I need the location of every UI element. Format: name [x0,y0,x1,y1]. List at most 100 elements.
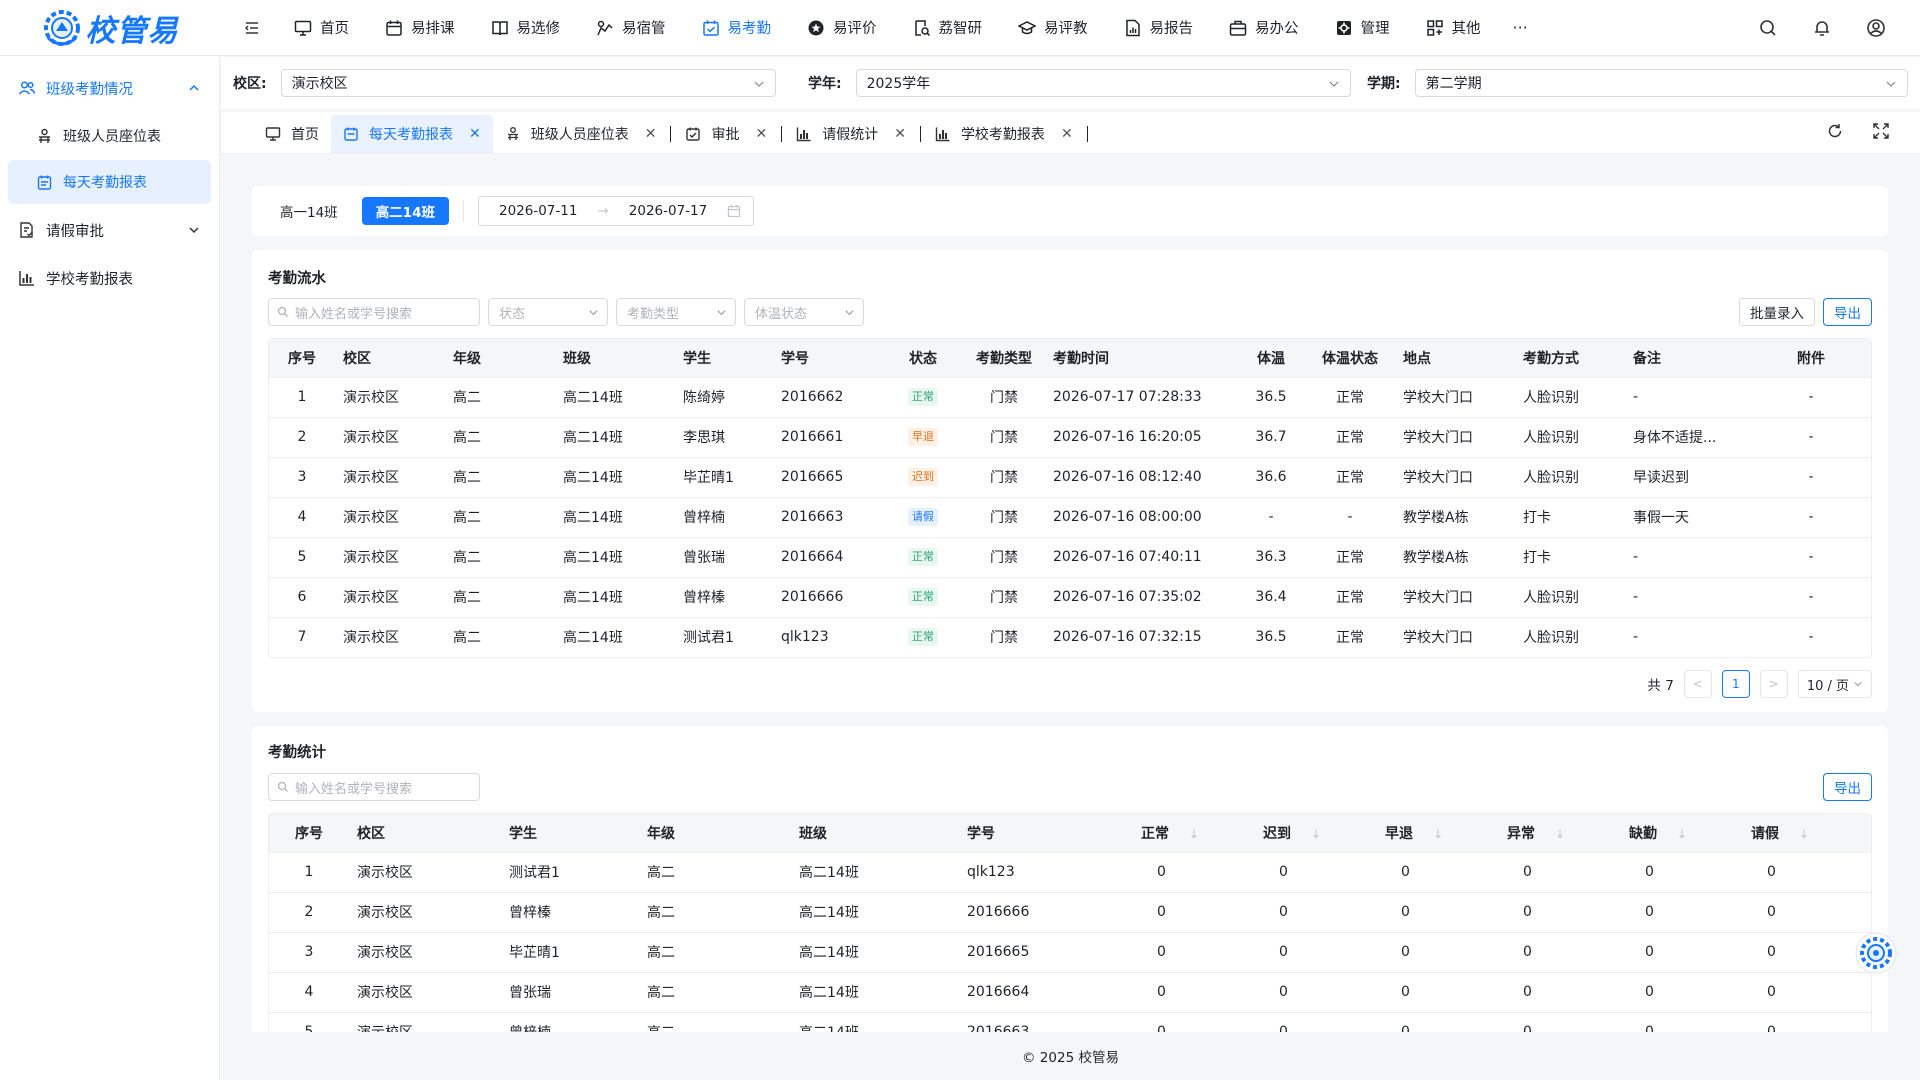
nav-item-10[interactable]: 管理 [1317,0,1408,56]
table-row[interactable]: 5 演示校区 高二 高二14班 曾张瑞 2016664 正常 门禁 2026-07-16 07:… [269,536,1871,577]
column-header[interactable]: 迟到 ↓ [1255,814,1377,852]
close-icon[interactable]: ✕ [1061,126,1073,142]
table-row[interactable]: 4 演示校区 高二 高二14班 曾梓楠 2016663 请假 门禁 2026-07-16 08:… [269,496,1871,537]
nav-item-5[interactable]: 易评价 [789,0,895,56]
page-size-select[interactable]: 10 / 页 [1797,670,1872,698]
stats-table-body: 1 演示校区 测试君1 高二 高二14班 qlk123 0 0 0 0 0 0 2 演示校区 曾梓榛 高二 高二… [269,851,1871,1032]
nav-item-9[interactable]: 易办公 [1211,0,1317,56]
chevron-down-icon [754,81,764,87]
calendar-check-icon [686,127,701,141]
date-range-picker[interactable]: 2026-07-11 → 2026-07-17 [477,196,755,226]
search-icon[interactable] [1758,18,1778,38]
table-cell: 0 [1377,931,1499,972]
sidebar-group-leave-approval[interactable]: 请假审批 [0,206,219,254]
sidebar-item-school-report[interactable]: 学校考勤报表 [0,254,219,302]
table-row[interactable]: 7 演示校区 高二 高二14班 测试君1 qlk123 正常 门禁 2026-07-16 07:… [269,616,1871,657]
sort-arrow-icon[interactable]: ↓ [1433,827,1443,841]
table-row[interactable]: 5演示校区曾梓楠高二高二14班2016663000000 [269,1011,1871,1032]
nav-item-label: 荔智研 [938,21,983,37]
tab-school-report[interactable]: 学校考勤报表 ✕ [923,115,1085,153]
campus-select[interactable]: 演示校区 [280,69,776,97]
nav-item-4[interactable]: 易考勤 [684,0,790,56]
user-avatar-icon[interactable] [1866,18,1886,38]
sidebar-item-daily-report[interactable]: 每天考勤报表 [8,160,211,204]
brand-logo[interactable]: 校管易 [0,0,220,56]
flow-search-input[interactable]: 输入姓名或学号搜索 [268,298,480,326]
table-row[interactable]: 1 演示校区 测试君1 高二 高二14班 qlk123 0 0 0 0 0 0 [269,851,1871,892]
table-cell: 曾梓榛 [501,891,639,932]
class-button-gao2-14[interactable]: 高二14班 [361,197,449,225]
table-row[interactable]: 6 演示校区 高二 高二14班 曾梓榛 2016666 正常 门禁 2026-07-16 07:… [269,576,1871,617]
column-header[interactable]: 早退 ↓ [1377,814,1499,852]
nav-more-button[interactable]: ··· [1499,18,1542,37]
floating-assistant-gear-icon[interactable] [1854,931,1898,975]
table-cell: 高二 [639,891,791,932]
term-select[interactable]: 第二学期 [1414,69,1908,97]
star-icon [808,20,824,35]
column-header: 学号 [959,814,1133,852]
temp-filter-select[interactable]: 体温状态 [744,298,864,326]
sort-arrow-icon[interactable]: ↓ [1677,827,1687,841]
tab-leave-stats[interactable]: 请假统计 ✕ [784,115,918,153]
column-header[interactable]: 缺勤 ↓ [1621,814,1743,852]
stats-search-input[interactable]: 输入姓名或学号搜索 [268,773,480,801]
table-row[interactable]: 4 演示校区 曾张瑞 高二 高二14班 2016664 0 0 0 0 0 0 [269,971,1871,1012]
export-button[interactable]: 导出 [1823,773,1872,801]
sort-arrow-icon[interactable]: ↓ [1555,827,1565,841]
table-row[interactable]: 1 演示校区 高二 高二14班 陈绮婷 2016662 正常 门禁 2026-07-17 07:… [269,376,1871,417]
nav-item-2[interactable]: 易选修 [473,0,579,56]
table-cell: 4 [269,496,335,537]
collapse-menu-button[interactable] [234,10,270,46]
table-cell: 高二 [639,1011,791,1032]
table-cell: 高二 [445,496,555,537]
calendar-check-icon [702,20,719,36]
batch-entry-button[interactable]: 批量录入 [1739,298,1815,326]
next-page-button[interactable]: > [1759,670,1788,698]
nav-item-6[interactable]: 荔智研 [895,0,1001,56]
nav-item-label: 易选修 [516,21,561,37]
logo-gear-icon [43,9,80,46]
export-button[interactable]: 导出 [1823,298,1872,326]
table-row[interactable]: 3 演示校区 高二 高二14班 毕芷晴1 2016665 迟到 门禁 2026-07-16 08… [269,456,1871,497]
fullscreen-icon[interactable] [1872,122,1890,140]
table-cell: 2026-07-16 08:00:00 [1045,496,1237,537]
tab-seat-chart[interactable]: 班级人员座位表 ✕ [493,115,669,153]
class-button-gao1-14[interactable]: 高一14班 [266,197,352,225]
nav-item-11[interactable]: 其他 [1408,0,1499,56]
bell-icon[interactable] [1812,18,1832,38]
nav-item-7[interactable]: 易评教 [1000,0,1106,56]
table-row[interactable]: 2 演示校区 高二 高二14班 李思琪 2016661 早退 门禁 2026-07-16 16:… [269,416,1871,457]
nav-item-1[interactable]: 易排课 [367,0,473,56]
sidebar-group-class-attendance[interactable]: 班级考勤情况 [0,64,219,112]
type-filter-select[interactable]: 考勤类型 [616,298,736,326]
close-icon[interactable]: ✕ [894,126,906,142]
year-select[interactable]: 2025学年 [855,69,1351,97]
dorm-icon [597,20,613,35]
table-row[interactable]: 3 演示校区 毕芷晴1 高二 高二14班 2016665 0 0 0 0 0 0 [269,931,1871,972]
nav-item-3[interactable]: 易宿管 [578,0,684,56]
column-header[interactable]: 正常 ↓ [1133,814,1255,852]
sort-arrow-icon[interactable]: ↓ [1799,827,1809,841]
flow-table-body: 1 演示校区 高二 高二14班 陈绮婷 2016662 正常 门禁 2026-07-17 07:… [269,376,1871,657]
nav-item-0[interactable]: 首页 [276,0,367,56]
column-header: 班级 [555,339,675,377]
sort-arrow-icon[interactable]: ↓ [1189,827,1199,841]
column-header[interactable]: 请假 ↓ [1743,814,1871,852]
tab-home[interactable]: 首页 [253,115,331,153]
tab-approval[interactable]: 审批 ✕ [673,115,779,153]
table-cell: 高二14班 [555,536,675,577]
tab-daily-report[interactable]: 每天考勤报表 ✕ [331,115,493,153]
close-icon[interactable]: ✕ [469,126,481,142]
prev-page-button[interactable]: < [1683,670,1712,698]
nav-item-8[interactable]: 易报告 [1106,0,1212,56]
sidebar-item-seat-chart[interactable]: 班级人员座位表 [8,114,211,158]
table-row[interactable]: 2 演示校区 曾梓榛 高二 高二14班 2016666 0 0 0 0 0 0 [269,891,1871,932]
column-header[interactable]: 异常 ↓ [1499,814,1621,852]
campus-label: 校区: [233,76,267,92]
close-icon[interactable]: ✕ [645,126,657,142]
refresh-icon[interactable] [1826,122,1844,140]
close-icon[interactable]: ✕ [755,126,767,142]
sort-arrow-icon[interactable]: ↓ [1311,827,1321,841]
status-filter-select[interactable]: 状态 [488,298,608,326]
page-number-button[interactable]: 1 [1721,670,1750,698]
